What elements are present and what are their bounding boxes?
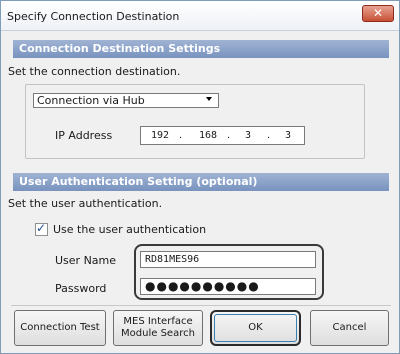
ip-octet-3[interactable]: 3 [245, 130, 251, 141]
ok-button[interactable]: OK [210, 310, 301, 346]
ip-address-label: IP Address [55, 129, 113, 142]
connection-test-button[interactable]: Connection Test [14, 310, 106, 346]
connection-dialog: Specify Connection Destination ✕ Connect… [0, 0, 400, 354]
button-separator [11, 305, 391, 306]
ip-octet-4[interactable]: 3 [285, 130, 291, 141]
ip-dot-3: . [267, 130, 271, 141]
username-value: RD81MES96 [145, 254, 200, 265]
connection-type-value: Connection via Hub [37, 94, 145, 107]
close-button[interactable]: ✕ [362, 5, 394, 22]
use-auth-label[interactable]: Use the user authentication [53, 223, 206, 236]
connection-description: Set the connection destination. [8, 65, 181, 78]
ip-octet-2[interactable]: 168 [199, 130, 217, 141]
ip-dot-1: . [179, 130, 183, 141]
password-input[interactable]: ●●●●●●●●●● [140, 278, 316, 295]
mes-interface-search-button[interactable]: MES Interface Module Search [113, 310, 203, 346]
checkmark-icon: ✓ [36, 221, 47, 235]
auth-description: Set the user authentication. [8, 197, 163, 210]
connection-test-label: Connection Test [20, 322, 100, 333]
chevron-down-icon [206, 97, 212, 101]
ip-address-input[interactable]: 192 . 168 . 3 . 3 [140, 126, 305, 145]
connection-settings-header: Connection Destination Settings [13, 40, 389, 58]
ok-label: OK [248, 322, 263, 333]
ip-dot-2: . [227, 130, 231, 141]
auth-settings-header: User Authentication Setting (optional) [13, 173, 389, 191]
username-input[interactable]: RD81MES96 [140, 251, 316, 268]
title-bar[interactable]: Specify Connection Destination ✕ [1, 1, 399, 31]
password-mask: ●●●●●●●●●● [145, 279, 260, 293]
mes-search-label-line2: Module Search [121, 328, 195, 339]
use-auth-checkbox[interactable]: ✓ [35, 221, 48, 236]
window-title: Specify Connection Destination [7, 10, 180, 23]
connection-type-dropdown[interactable]: Connection via Hub [33, 93, 219, 108]
close-icon: ✕ [372, 6, 384, 20]
cancel-label: Cancel [332, 322, 367, 333]
mes-search-label-line1: MES Interface [123, 316, 193, 327]
password-label: Password [55, 282, 107, 295]
ip-octet-1[interactable]: 192 [151, 130, 169, 141]
username-label: User Name [55, 254, 117, 267]
cancel-button[interactable]: Cancel [310, 310, 389, 346]
